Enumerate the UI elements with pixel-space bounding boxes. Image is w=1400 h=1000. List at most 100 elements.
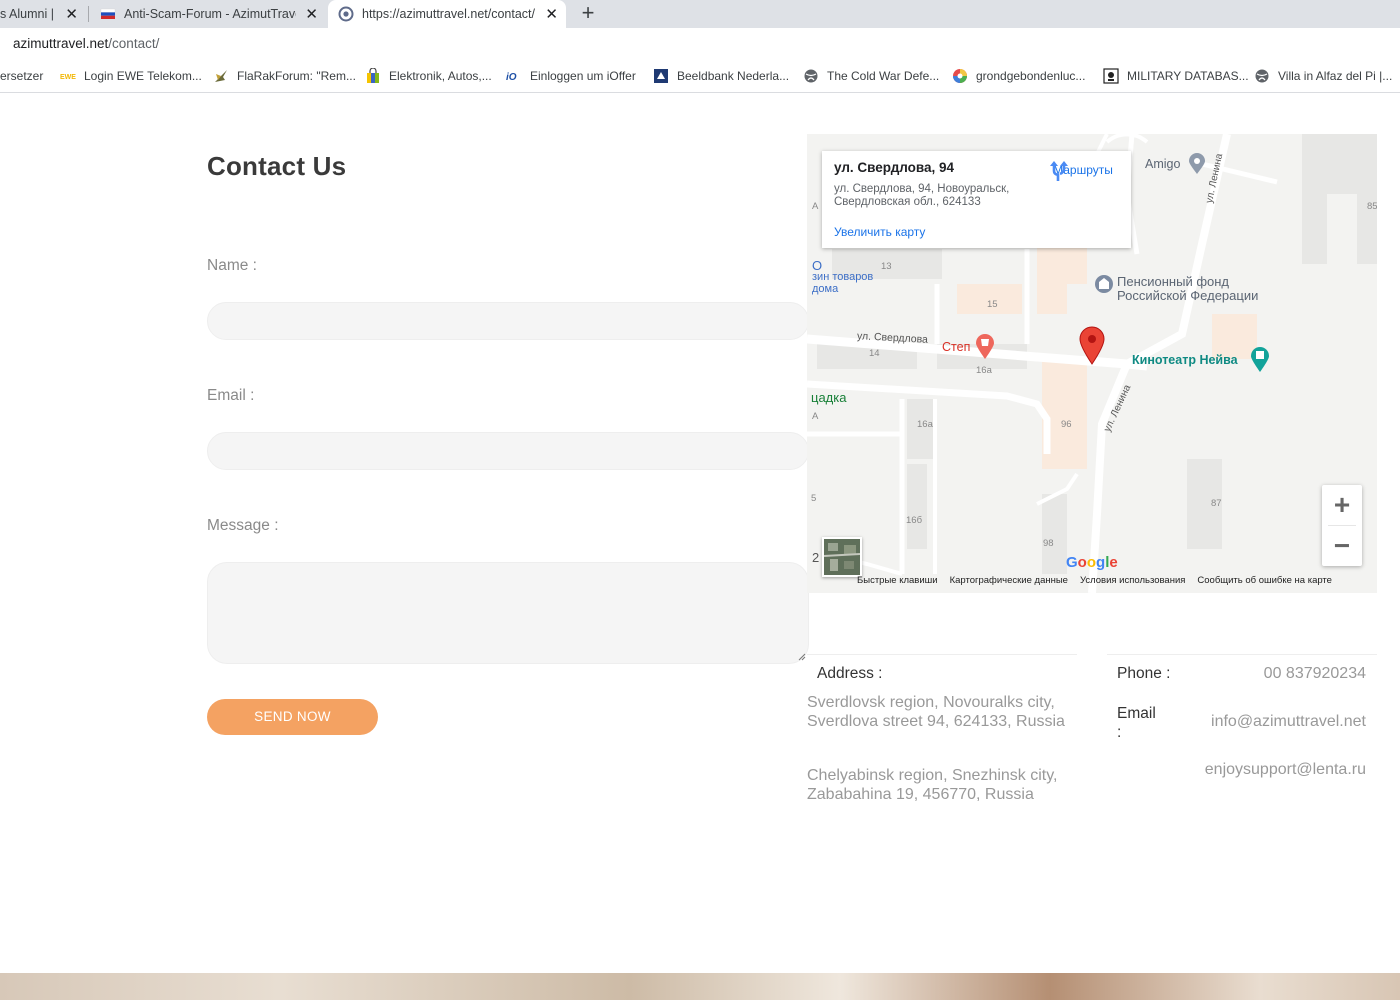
email-input[interactable] bbox=[207, 432, 809, 470]
email-label: Email : bbox=[207, 387, 255, 404]
svg-text:iO: iO bbox=[506, 72, 517, 83]
close-icon[interactable]: ✕ bbox=[545, 5, 558, 23]
map-label-5: 5 bbox=[811, 493, 817, 504]
bookmark-ioffer[interactable]: iO Einloggen um iOffer bbox=[506, 68, 636, 84]
bookmark-label: FlaRakForum: "Rem... bbox=[237, 69, 356, 83]
bookmark-label: Beeldbank Nederla... bbox=[677, 69, 790, 83]
google-logo: Google bbox=[1066, 554, 1118, 571]
email-value-support[interactable]: enjoysupport@lenta.ru bbox=[1166, 761, 1366, 779]
map-label-step: Степ bbox=[942, 340, 971, 354]
map-label-13: 13 bbox=[881, 261, 892, 272]
map-label-shop-2: дома bbox=[812, 283, 839, 295]
map-label-o: О bbox=[812, 258, 823, 273]
bookmark-label: Villa in Alfaz del Pi |... bbox=[1278, 69, 1393, 83]
map-label-playground: цадка bbox=[811, 390, 847, 405]
bookmark-cold-war[interactable]: The Cold War Defe... bbox=[803, 68, 939, 84]
map-label-cinema: Кинотеатр Нейва bbox=[1132, 353, 1238, 367]
map-label-pension-fund: Пенсионный фонд Российской Федерации bbox=[1117, 274, 1259, 303]
tab-title: s Alumni | F bbox=[0, 7, 58, 21]
map-label-85: 85 bbox=[1367, 201, 1377, 212]
place-address: ул. Свердлова, 94, Новоуральск, Свердлов… bbox=[834, 183, 1010, 208]
bookmark-villa[interactable]: Villa in Alfaz del Pi |... bbox=[1254, 68, 1392, 84]
map-label-87: 87 bbox=[1211, 498, 1222, 509]
bookmarks-bar: ersetzer EWE Login EWE Telekom... FlaRak… bbox=[0, 59, 1400, 93]
bookmark-ubersetzer[interactable]: ersetzer bbox=[0, 68, 43, 84]
email-value-info[interactable]: info@azimuttravel.net bbox=[1166, 713, 1366, 731]
bookmark-label: ersetzer bbox=[0, 69, 44, 83]
resize-grip-icon[interactable] bbox=[798, 653, 806, 661]
phone-divider bbox=[1107, 654, 1377, 655]
message-textarea[interactable] bbox=[207, 562, 809, 664]
map-label-14: 14 bbox=[869, 348, 880, 359]
address-2: Chelyabinsk region, Snezhinsk city, Zaba… bbox=[807, 767, 1058, 803]
close-icon[interactable]: ✕ bbox=[305, 5, 318, 23]
satellite-toggle[interactable] bbox=[822, 537, 862, 577]
name-input[interactable] bbox=[207, 302, 809, 340]
tab-alumni[interactable]: s Alumni | F ✕ bbox=[0, 0, 86, 28]
bookmark-elektronik[interactable]: Elektronik, Autos,... bbox=[365, 67, 492, 84]
tab-separator bbox=[88, 6, 89, 22]
phone-label: Phone : bbox=[1117, 665, 1171, 682]
email-info-label: Email : bbox=[1117, 705, 1156, 741]
close-icon[interactable]: ✕ bbox=[65, 5, 78, 23]
globe-icon bbox=[1254, 68, 1270, 84]
tab-contact-active[interactable]: https://azimuttravel.net/contact/ ✕ bbox=[328, 0, 566, 28]
globe-icon bbox=[803, 68, 819, 84]
map-label-98: 98 bbox=[1043, 538, 1054, 549]
report-error-link[interactable]: Сообщить об ошибке на карте bbox=[1197, 575, 1332, 589]
bookmark-label: Elektronik, Autos,... bbox=[389, 69, 492, 83]
tab-bar: s Alumni | F ✕ Anti-Scam-Forum - AzimutT… bbox=[0, 0, 1400, 28]
name-label: Name : bbox=[207, 257, 257, 274]
url-text[interactable]: azimuttravel.net/contact/ bbox=[13, 36, 159, 51]
map-label-16b: 16б bbox=[906, 515, 923, 526]
directions-button[interactable]: Маршруты bbox=[1048, 161, 1118, 181]
bookmark-label: Login EWE Telekom... bbox=[84, 69, 202, 83]
new-tab-button[interactable]: + bbox=[578, 0, 598, 28]
google-map[interactable]: Amigo Пенсионный фонд Российской Федерац… bbox=[807, 134, 1377, 593]
contact-page: Contact Us Name : Email : Message : SEND… bbox=[0, 94, 1400, 1000]
bookmark-ewe[interactable]: EWE Login EWE Telekom... bbox=[60, 68, 202, 84]
map-label-96: 96 bbox=[1061, 419, 1072, 430]
address-label: Address : bbox=[817, 665, 883, 682]
zoom-out-button[interactable]: − bbox=[1322, 526, 1362, 566]
map-zoom-controls: + − bbox=[1322, 485, 1362, 566]
bookmark-label: Einloggen um iOffer bbox=[530, 69, 636, 83]
address-bar[interactable]: azimuttravel.net/contact/ bbox=[0, 28, 1400, 59]
rocket-icon bbox=[213, 68, 229, 84]
bookmark-label: The Cold War Defe... bbox=[827, 69, 940, 83]
keyboard-shortcuts-link[interactable]: Быстрые клавиши bbox=[857, 575, 938, 589]
message-label: Message : bbox=[207, 517, 279, 534]
address-divider bbox=[807, 654, 1077, 655]
url-host: azimuttravel.net bbox=[13, 36, 109, 51]
military-icon bbox=[1103, 68, 1119, 84]
address-1: Sverdlovsk region, Novouralks city, Sver… bbox=[807, 694, 1065, 730]
svg-text:EWE: EWE bbox=[60, 74, 76, 81]
terms-link[interactable]: Условия использования bbox=[1080, 575, 1185, 589]
map-label-amigo: Amigo bbox=[1145, 157, 1181, 171]
bookmark-military-database[interactable]: MILITARY DATABAS... bbox=[1103, 68, 1249, 84]
map-label-16a: 16а bbox=[976, 365, 992, 376]
phone-value[interactable]: 00 837920234 bbox=[1190, 665, 1366, 683]
site-favicon-icon bbox=[338, 6, 354, 22]
place-title: ул. Свердлова, 94 bbox=[834, 160, 955, 175]
directions-icon bbox=[1050, 161, 1068, 181]
tab-title: https://azimuttravel.net/contact/ bbox=[362, 7, 535, 21]
bookmark-label: MILITARY DATABAS... bbox=[1127, 69, 1249, 83]
footer-image-strip bbox=[0, 973, 1400, 1000]
flag-favicon-icon bbox=[100, 6, 116, 22]
crest-icon bbox=[653, 68, 669, 84]
place-info-card: ул. Свердлова, 94 ул. Свердлова, 94, Нов… bbox=[822, 151, 1131, 248]
enlarge-map-link[interactable]: Увеличить карту bbox=[834, 225, 925, 239]
send-now-button[interactable]: SEND NOW bbox=[207, 699, 378, 735]
zoom-in-button[interactable]: + bbox=[1322, 485, 1362, 525]
bookmark-flarakforum[interactable]: FlaRakForum: "Rem... bbox=[213, 68, 356, 84]
ewe-icon: EWE bbox=[60, 68, 76, 84]
bookmark-label: grondgebondenluc... bbox=[976, 69, 1086, 83]
tab-title: Anti-Scam-Forum - AzimutTravel bbox=[124, 7, 296, 21]
bookmark-beeldbank[interactable]: Beeldbank Nederla... bbox=[653, 68, 789, 84]
map-footer: Быстрые клавиши Картографические данные … bbox=[857, 575, 1332, 589]
bookmark-grondgebonden[interactable]: grondgebondenluc... bbox=[952, 68, 1085, 84]
map-data-link[interactable]: Картографические данные bbox=[950, 575, 1068, 589]
tab-anti-scam-forum[interactable]: Anti-Scam-Forum - AzimutTravel ✕ bbox=[100, 0, 326, 28]
map-label-16a-2: 16а bbox=[917, 419, 933, 430]
